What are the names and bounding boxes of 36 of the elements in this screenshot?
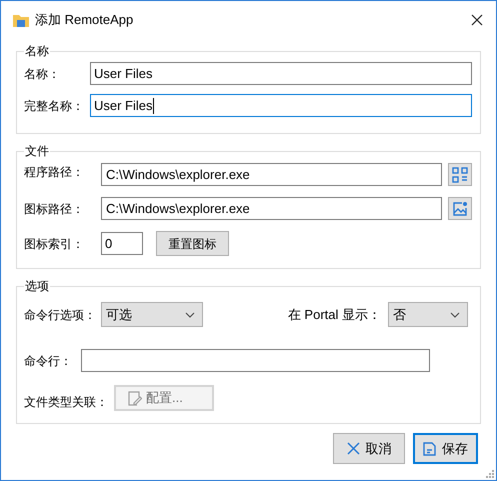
edit-document-icon <box>128 390 142 406</box>
command-option-dropdown[interactable]: 可选 <box>101 302 203 327</box>
input-field[interactable]: User Files <box>90 94 472 117</box>
group-title: 文件 <box>24 143 50 159</box>
resize-grip-icon[interactable] <box>486 470 494 478</box>
field-label: 完整名称： <box>24 98 85 114</box>
input-field[interactable]: 0 <box>101 232 143 255</box>
reset-icon-button[interactable]: 重置图标 <box>156 231 229 256</box>
input-field[interactable]: User Files <box>90 62 472 85</box>
field-label: 图标路径： <box>24 200 85 218</box>
image-icon <box>452 200 468 216</box>
window-title: 添加 RemoteApp <box>35 11 134 30</box>
group-title: 选项 <box>24 278 50 294</box>
chevron-down-icon <box>450 312 460 318</box>
close-icon <box>346 442 360 455</box>
group-title: 名称 <box>24 43 50 59</box>
grid-icon <box>452 166 468 182</box>
close-icon[interactable] <box>471 14 483 26</box>
field-label: 程序路径： <box>24 164 85 181</box>
field-label: 命令行选项： <box>24 306 97 324</box>
input-field[interactable]: C:\Windows\explorer.exe <box>101 197 442 220</box>
folder-icon <box>13 13 29 27</box>
field-label: 命令行： <box>24 352 73 370</box>
portal-display-dropdown[interactable]: 否 <box>388 302 468 327</box>
field-label: 名称： <box>24 66 61 82</box>
cancel-button[interactable]: 取消 <box>333 433 405 464</box>
browse-button[interactable] <box>448 197 472 220</box>
chevron-down-icon <box>185 312 195 318</box>
save-button[interactable]: 保存 <box>413 433 478 464</box>
save-icon <box>423 442 436 456</box>
field-label: 在 Portal 显示： <box>288 306 381 324</box>
browse-button[interactable] <box>448 163 472 186</box>
field-label: 文件类型关联： <box>24 394 109 411</box>
input-field[interactable]: C:\Windows\explorer.exe <box>101 163 442 186</box>
field-label: 图标索引： <box>24 236 85 252</box>
command-line-field[interactable] <box>81 349 430 372</box>
